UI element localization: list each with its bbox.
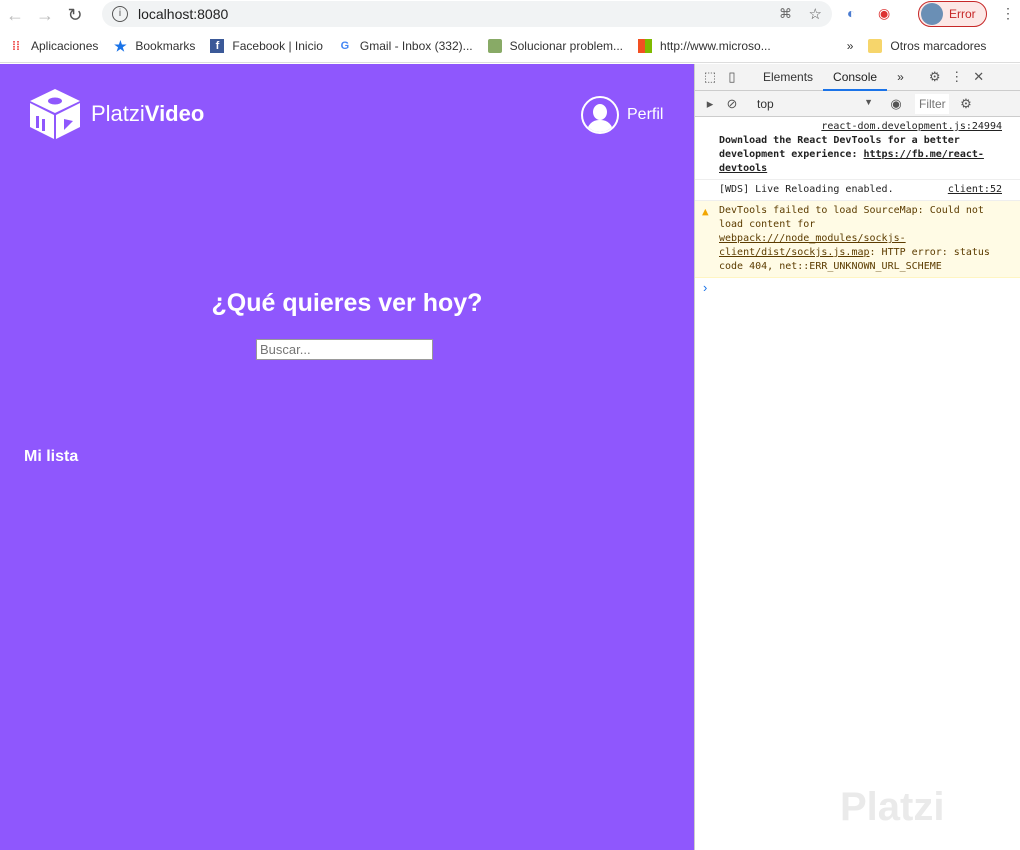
hero-title: ¿Qué quieres ver hoy? (211, 289, 483, 317)
more-options-icon[interactable]: ⋮ (946, 69, 968, 85)
profile-error-button[interactable]: Error (918, 1, 987, 27)
warning-icon: ▲ (702, 205, 709, 218)
inspect-element-icon[interactable]: ⬚ (699, 69, 721, 85)
bookmark-label: Solucionar problem... (509, 39, 624, 53)
info-icon[interactable]: i (112, 6, 128, 22)
bookmark-apps[interactable]: ⁞⁞ Aplicaciones (9, 39, 98, 53)
bookmark-label: Bookmarks (135, 39, 196, 53)
browser-toolbar: ← → ↻ i localhost:8080 ⌘ ☆ ◐ ◉ Error ⋮ (0, 0, 1020, 30)
menu-icon[interactable]: ⋮ (1001, 5, 1015, 22)
app-page: PlatziVideo Perfil ¿Qué quieres ver hoy?… (0, 64, 694, 850)
platzi-video-logo[interactable]: PlatziVideo (28, 88, 204, 140)
user-avatar-icon (581, 96, 619, 134)
console-message: react-dom.development.js:24994 Download … (695, 117, 1020, 180)
device-toolbar-icon[interactable]: ▯ (721, 69, 743, 85)
tab-console[interactable]: Console (823, 64, 888, 91)
profile-label: Perfil (627, 106, 664, 123)
eye-icon[interactable]: ◉ (885, 96, 907, 112)
search-input[interactable] (256, 339, 433, 360)
close-icon[interactable]: ✕ (968, 69, 990, 85)
reload-button[interactable]: ↻ (60, 5, 90, 26)
profile-menu[interactable]: Perfil (581, 96, 663, 134)
avatar (921, 3, 943, 25)
bookmarks-overflow-button[interactable]: » (847, 39, 854, 53)
settings-gear-icon[interactable]: ⚙ (924, 69, 946, 85)
apps-grid-icon: ⁞⁞ (12, 39, 20, 53)
bookmark-facebook[interactable]: f Facebook | Inicio (210, 39, 323, 53)
url-text: localhost:8080 (138, 6, 229, 22)
console-settings-icon[interactable]: ⚙ (955, 96, 977, 112)
address-bar[interactable]: i localhost:8080 ⌘ ☆ (102, 1, 832, 27)
sidebar-toggle-icon[interactable]: ▸ (699, 96, 721, 112)
facebook-icon: f (210, 39, 225, 53)
console-toolbar: ▸ ⊘ top▼ ◉ ⚙ (695, 91, 1020, 117)
bookmark-label: http://www.microso... (660, 39, 771, 53)
cube-logo-icon (30, 89, 80, 139)
forward-button[interactable]: → (30, 5, 60, 26)
troubleshoot-icon (487, 39, 502, 53)
bookmark-label: Aplicaciones (31, 39, 99, 53)
more-tabs-button[interactable]: » (887, 64, 914, 91)
console-message: [WDS] Live Reloading enabled. client:52 (695, 180, 1020, 201)
other-bookmarks[interactable]: Otros marcadores (868, 39, 986, 53)
tab-elements[interactable]: Elements (753, 64, 823, 91)
google-icon: G (340, 40, 350, 52)
devtools-panel: ⬚ ▯ Elements Console » ⚙ ⋮ ✕ ▸ ⊘ top ▼ ◉ … (694, 64, 1020, 850)
console-warning: ▲ DevTools failed to load SourceMap: Cou… (695, 201, 1020, 278)
console-prompt[interactable]: › (695, 278, 1020, 297)
bookmark-troubleshoot[interactable]: Solucionar problem... (487, 39, 624, 53)
extension-icon[interactable]: ◐ (847, 5, 855, 21)
back-button[interactable]: ← (0, 5, 30, 26)
bookmark-gmail[interactable]: G Gmail - Inbox (332)... (338, 39, 473, 53)
filter-input[interactable] (915, 93, 949, 114)
clear-console-icon[interactable]: ⊘ (721, 96, 743, 112)
star-icon[interactable]: ☆ (809, 5, 822, 23)
my-list-title: Mi lista (24, 448, 79, 465)
bookmark-label: Otros marcadores (890, 39, 987, 53)
logo-text: PlatziVideo (91, 101, 205, 126)
bookmark-label: Gmail - Inbox (332)... (359, 39, 473, 53)
source-link[interactable]: client:52 (948, 183, 1002, 197)
bookmarks-bar: ⁞⁞ Aplicaciones ★ Bookmarks f Facebook | In… (0, 30, 1020, 63)
folder-icon (868, 39, 883, 53)
bookmark-bookmarks[interactable]: ★ Bookmarks (113, 39, 195, 53)
error-label: Error (949, 7, 976, 21)
devtools-tabbar: ⬚ ▯ Elements Console » ⚙ ⋮ ✕ (695, 64, 1020, 91)
bookmark-microsoft[interactable]: http://www.microso... (638, 39, 771, 53)
context-select[interactable]: top ▼ (743, 97, 879, 111)
microsoft-icon (638, 39, 653, 53)
star-icon: ★ (114, 38, 127, 54)
source-link[interactable]: react-dom.development.js:24994 (719, 120, 1002, 134)
platzi-watermark: Platzi (840, 785, 945, 829)
record-extension-icon[interactable]: ◉ (878, 5, 890, 22)
bookmark-label: Facebook | Inicio (232, 39, 323, 53)
translate-icon[interactable]: ⌘ (779, 6, 792, 22)
